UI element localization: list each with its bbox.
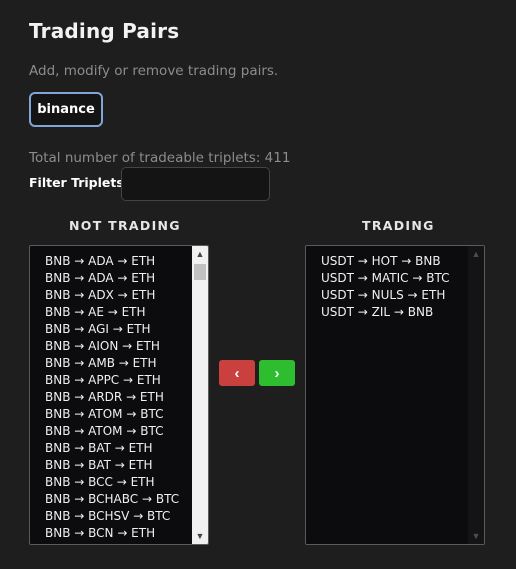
trading-pairs-page: Trading Pairs Add, modify or remove trad… <box>0 0 516 569</box>
list-item[interactable]: BNB → BCN → ETH <box>45 525 179 542</box>
list-item[interactable]: USDT → NULS → ETH <box>321 287 449 304</box>
list-item[interactable]: BNB → BCC → ETH <box>45 474 179 491</box>
exchange-button-binance[interactable]: binance <box>29 92 103 127</box>
list-item[interactable]: BNB → AE → ETH <box>45 304 179 321</box>
list-item[interactable]: BNB → AION → ETH <box>45 338 179 355</box>
chevron-up-icon[interactable]: ▲ <box>468 246 484 262</box>
list-item[interactable]: BNB → APPC → ETH <box>45 372 179 389</box>
list-item[interactable]: BNB → BCHSV → BTC <box>45 508 179 525</box>
list-item[interactable]: USDT → ZIL → BNB <box>321 304 449 321</box>
trading-listbox[interactable]: USDT → HOT → BNB USDT → MATIC → BTC USDT →… <box>305 245 485 545</box>
list-item[interactable]: BNB → BAT → ETH <box>45 457 179 474</box>
list-item[interactable]: BNB → AMB → ETH <box>45 355 179 372</box>
list-item[interactable]: BNB → ADA → ETH <box>45 270 179 287</box>
trading-header: TRADING <box>362 218 435 233</box>
list-item[interactable]: BNB → BAT → ETH <box>45 440 179 457</box>
list-item[interactable]: BNB → ARDR → ETH <box>45 389 179 406</box>
add-to-trading-button[interactable]: › <box>259 360 295 386</box>
total-triplets-text: Total number of tradeable triplets: 411 <box>29 150 291 166</box>
chevron-down-icon[interactable]: ▼ <box>468 528 484 544</box>
trading-scrollbar[interactable]: ▲ ▼ <box>468 246 484 544</box>
list-item[interactable]: BNB → ADX → ETH <box>45 287 179 304</box>
filter-label: Filter Triplets <box>29 175 124 190</box>
list-item[interactable]: USDT → HOT → BNB <box>321 253 449 270</box>
chevron-down-icon[interactable]: ▼ <box>192 528 208 544</box>
list-item[interactable]: BNB → AGI → ETH <box>45 321 179 338</box>
list-item[interactable]: BNB → ATOM → BTC <box>45 406 179 423</box>
trading-items: USDT → HOT → BNB USDT → MATIC → BTC USDT →… <box>321 253 449 321</box>
chevron-up-icon[interactable]: ▲ <box>192 246 208 262</box>
list-item[interactable]: BNB → ATOM → BTC <box>45 423 179 440</box>
page-subtitle: Add, modify or remove trading pairs. <box>29 63 279 79</box>
filter-triplets-input[interactable] <box>121 167 270 201</box>
not-trading-header: NOT TRADING <box>69 218 181 233</box>
remove-from-trading-button[interactable]: ‹ <box>219 360 255 386</box>
list-item[interactable]: USDT → MATIC → BTC <box>321 270 449 287</box>
list-item[interactable]: BNB → BCHABC → BTC <box>45 491 179 508</box>
not-trading-items: BNB → ADA → ETH BNB → ADA → ETH BNB → ADX … <box>45 253 179 542</box>
scroll-thumb[interactable] <box>194 264 206 280</box>
not-trading-listbox[interactable]: BNB → ADA → ETH BNB → ADA → ETH BNB → ADX … <box>29 245 209 545</box>
page-title: Trading Pairs <box>29 19 180 43</box>
not-trading-scrollbar[interactable]: ▲ ▼ <box>192 246 208 544</box>
list-item[interactable]: BNB → ADA → ETH <box>45 253 179 270</box>
